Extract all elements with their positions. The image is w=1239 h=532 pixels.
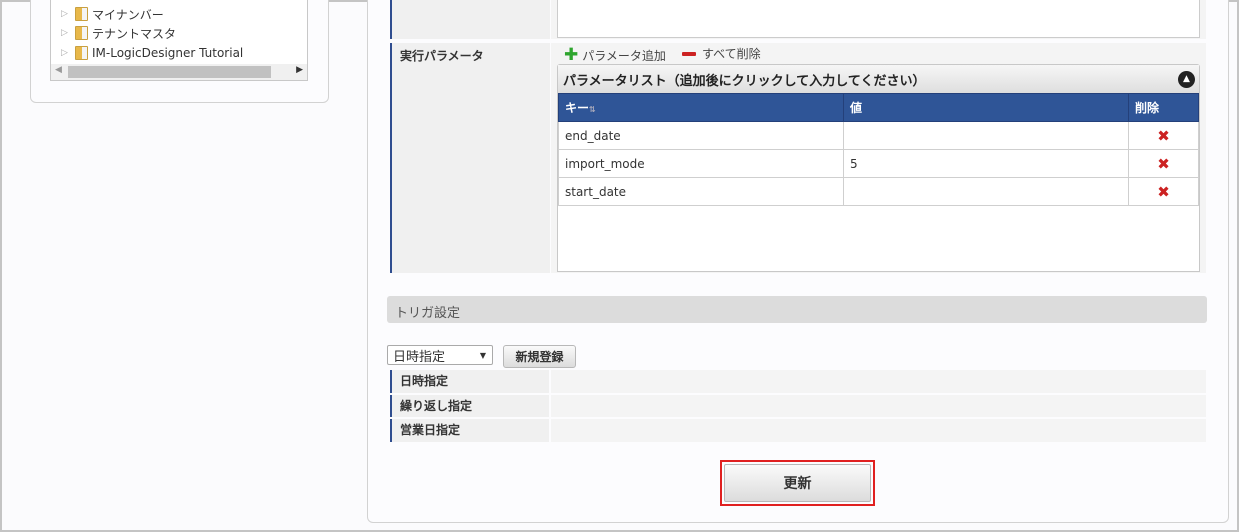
cell-key[interactable]: import_mode — [558, 149, 844, 178]
minus-icon — [682, 51, 696, 56]
scroll-left-icon[interactable]: ◀ — [55, 65, 62, 75]
param-table: キー⇅ 値 削除 end_date ✖ import_mode 5 ✖ start_d… — [558, 93, 1199, 206]
horizontal-scrollbar[interactable]: ◀ ▶ — [51, 64, 307, 80]
tree-item[interactable]: ▷ IM-LogicDesigner Tutorial — [61, 44, 243, 62]
trigger-row-value — [551, 419, 1206, 442]
dropdown-arrow-icon: ▼ — [479, 350, 486, 360]
new-register-button[interactable]: 新規登録 — [503, 345, 576, 368]
folder-icon — [75, 7, 88, 21]
delete-row-icon[interactable]: ✖ — [1128, 177, 1199, 206]
sort-icon[interactable]: ⇅ — [589, 105, 596, 114]
delete-row-icon[interactable]: ✖ — [1128, 149, 1199, 178]
table-row[interactable]: start_date ✖ — [558, 177, 1199, 206]
tree-item-label: マイナンバー — [92, 7, 164, 22]
trigger-section-header: トリガ設定 — [387, 296, 1207, 323]
plus-icon: ✚ — [564, 45, 579, 65]
column-value: 値 — [843, 93, 1129, 122]
folder-icon — [75, 46, 88, 60]
scroll-right-icon[interactable]: ▶ — [296, 65, 303, 75]
column-key-label: キー — [565, 101, 590, 115]
column-key[interactable]: キー⇅ — [558, 93, 844, 122]
column-delete: 削除 — [1128, 93, 1199, 122]
trigger-row-label: 繰り返し指定 — [390, 395, 549, 417]
update-button[interactable]: 更新 — [724, 464, 871, 502]
tree-item-label: テナントマスタ — [92, 26, 177, 41]
expand-icon[interactable]: ▷ — [61, 9, 71, 19]
update-button-highlight: 更新 — [720, 460, 875, 506]
cell-key[interactable]: end_date — [558, 121, 844, 150]
tree-item-label: IM-LogicDesigner Tutorial — [92, 46, 244, 60]
cell-value[interactable] — [843, 121, 1129, 150]
select-value: 日時指定 — [393, 349, 446, 365]
exec-params-label: 実行パラメータ — [390, 43, 550, 273]
delete-all-label: すべて削除 — [702, 47, 761, 61]
param-list-panel: パラメータリスト（追加後にクリックして入力してください） ▲ キー⇅ 値 削除 … — [557, 64, 1200, 272]
trigger-row-label: 営業日指定 — [390, 419, 549, 442]
param-list-header: パラメータリスト（追加後にクリックして入力してください） ▲ — [558, 65, 1199, 93]
param-list-title: パラメータリスト（追加後にクリックして入力してください） — [563, 73, 926, 89]
add-param-label: パラメータ追加 — [582, 48, 666, 63]
expand-icon[interactable]: ▷ — [61, 48, 71, 58]
tree-item[interactable]: ▷ テナントマスタ — [61, 24, 176, 42]
tree-item[interactable]: ▷ マイナンバー — [61, 5, 164, 23]
trigger-type-select[interactable]: 日時指定 ▼ — [387, 345, 493, 365]
cell-value[interactable]: 5 — [843, 149, 1129, 178]
trigger-row-label: 日時指定 — [390, 370, 549, 393]
cell-value[interactable] — [843, 177, 1129, 206]
expand-icon[interactable]: ▷ — [61, 28, 71, 38]
form-label-empty — [390, 0, 550, 39]
trigger-row-value — [551, 370, 1206, 393]
folder-icon — [75, 26, 88, 40]
textarea[interactable] — [557, 0, 1200, 38]
tree-view: ▷ マイナンバー ▷ テナントマスタ ▷ IM-LogicDesigner Tutor… — [50, 0, 308, 81]
table-row[interactable]: import_mode 5 ✖ — [558, 149, 1199, 178]
collapse-icon[interactable]: ▲ — [1178, 70, 1195, 88]
cell-key[interactable]: start_date — [558, 177, 844, 206]
add-param-button[interactable]: ✚ パラメータ追加 — [564, 45, 666, 65]
scrollbar-thumb[interactable] — [68, 66, 271, 78]
delete-all-button[interactable]: すべて削除 — [682, 45, 761, 62]
trigger-row-value — [551, 395, 1206, 417]
table-row[interactable]: end_date ✖ — [558, 121, 1199, 150]
delete-row-icon[interactable]: ✖ — [1128, 121, 1199, 150]
